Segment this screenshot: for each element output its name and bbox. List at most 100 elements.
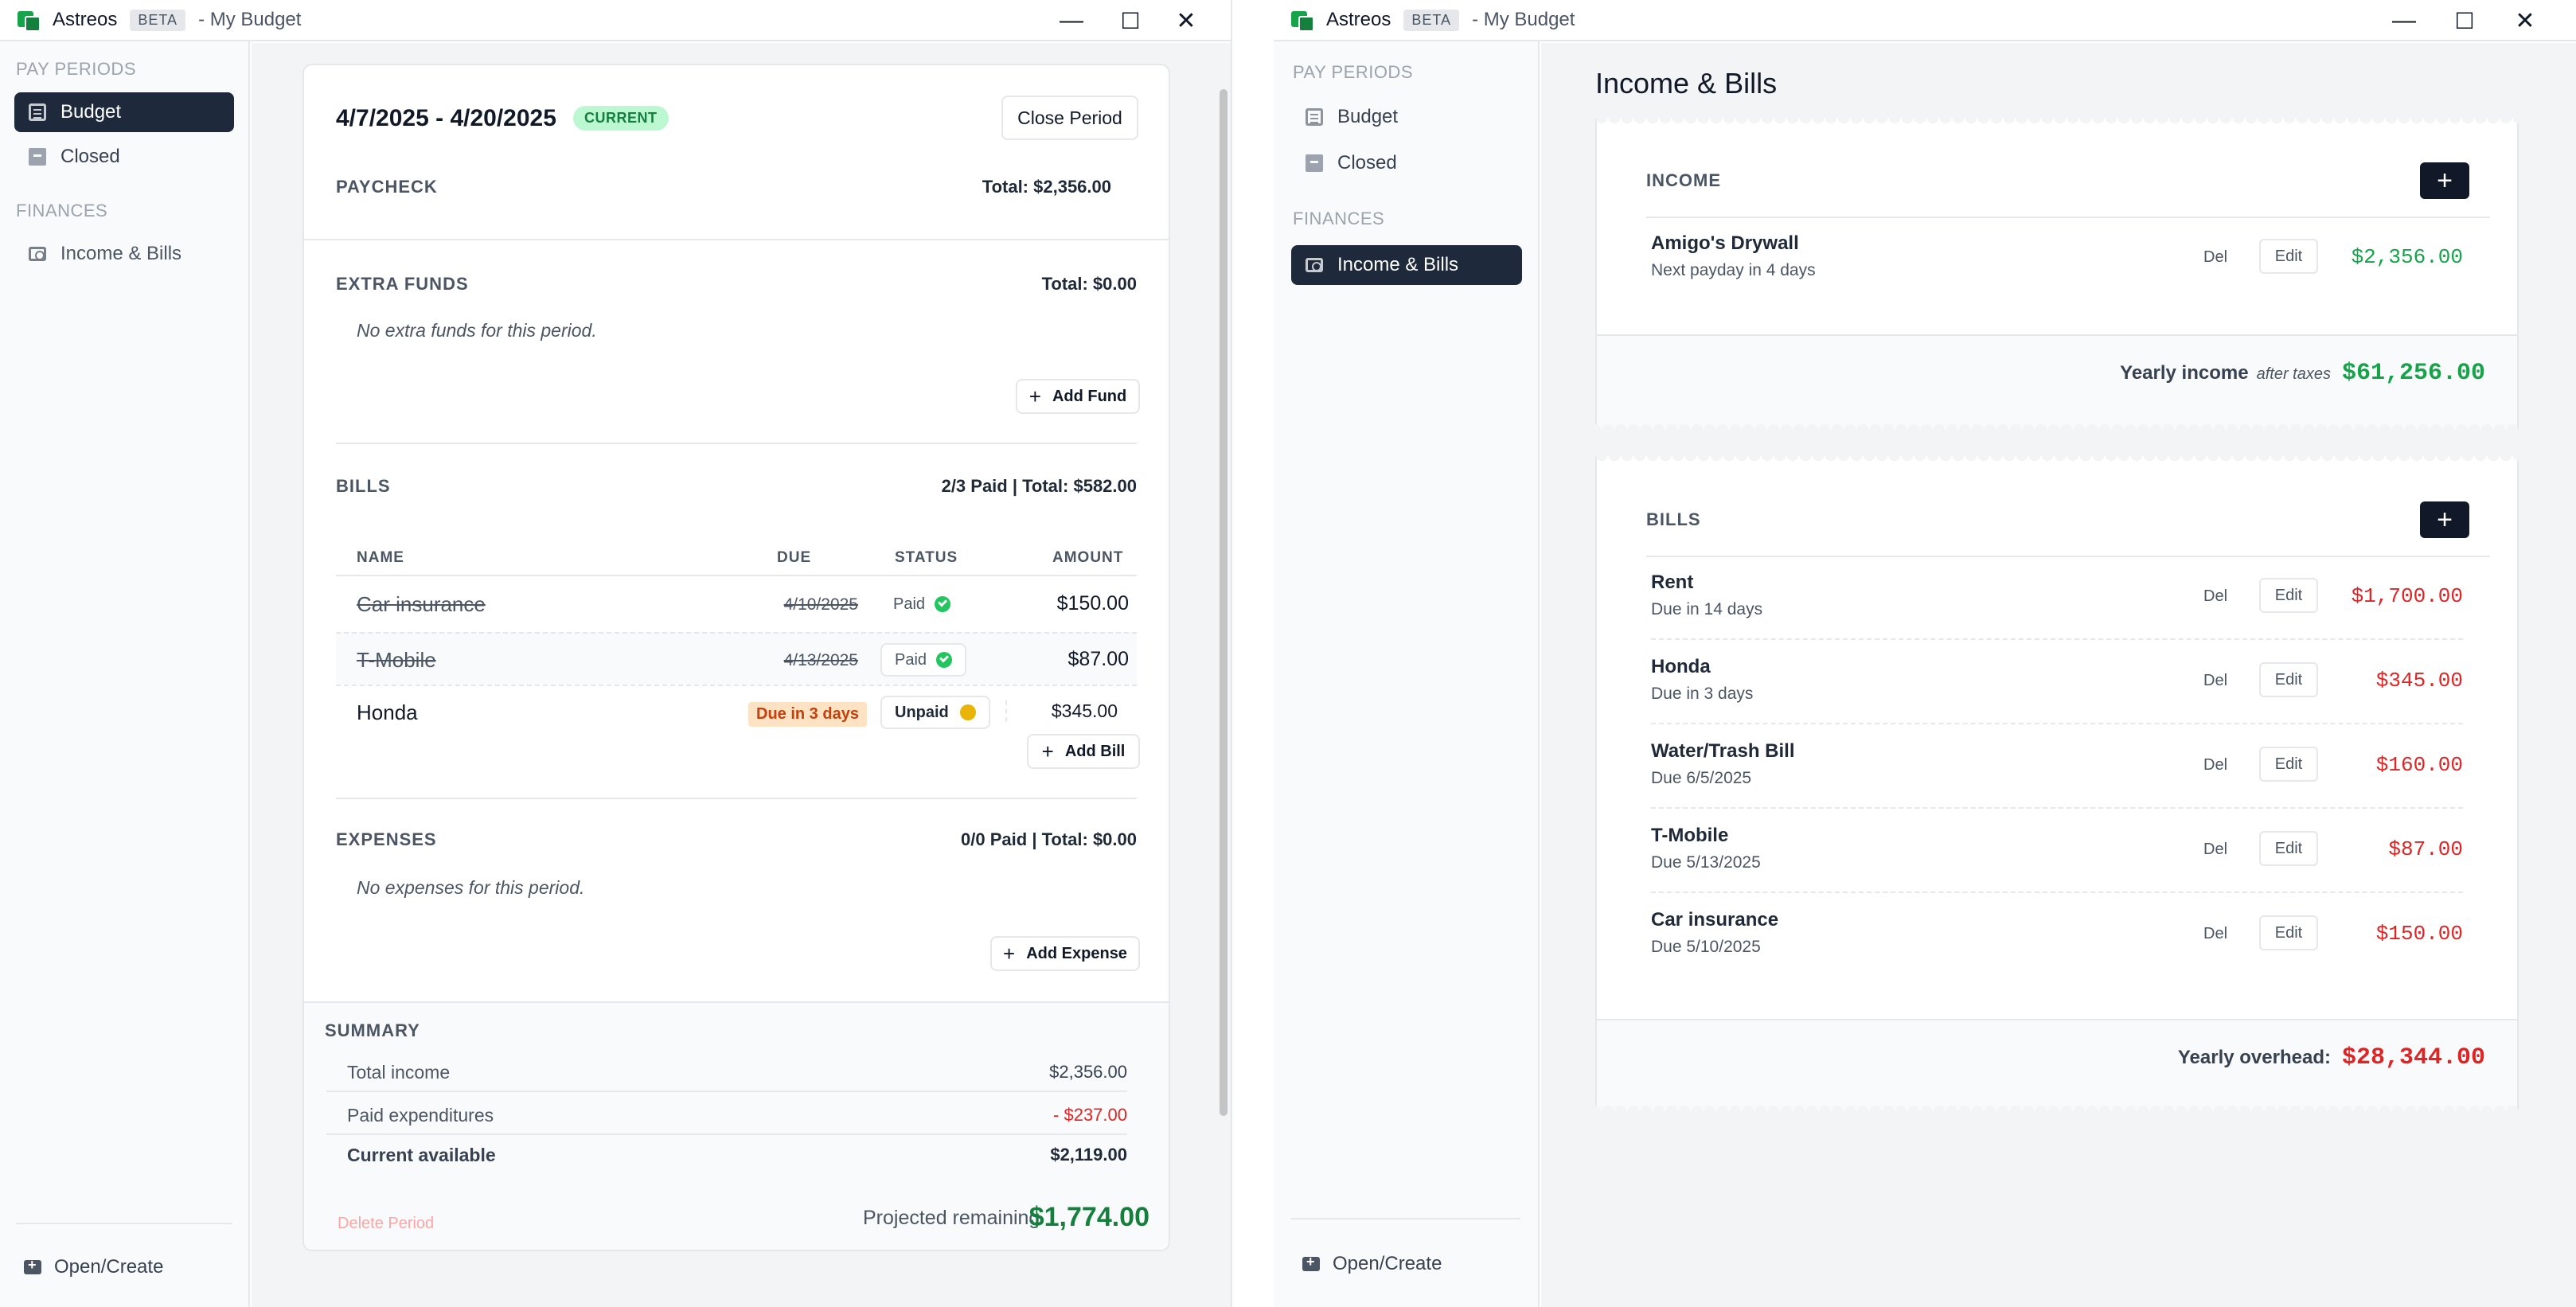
plus-icon: + [1028,384,1041,408]
sidebar-item-label: Income & Bills [60,243,182,264]
bill-row[interactable]: Honda Due in 3 days Unpaid $345.00 [336,685,1137,737]
summary-section: SUMMARY Total income $2,356.00 Paid expe… [304,1001,1169,1250]
add-fund-label: Add Fund [1052,387,1127,405]
add-bill-button[interactable]: + Add Bill [1027,734,1140,769]
edit-button[interactable]: Edit [2259,915,2318,950]
scrollbar[interactable] [1220,89,1228,1116]
edit-button[interactable]: Edit [2259,578,2318,613]
income-header: INCOME [1646,170,1721,190]
sidebar-item-income-bills[interactable]: Income & Bills [14,234,234,274]
sidebar-item-closed[interactable]: Closed [1291,143,1522,183]
expenses-header: EXPENSES [336,829,437,849]
summary-label: Paid expenditures [347,1105,494,1126]
summary-row: Total income $2,356.00 [326,1051,1127,1092]
bills-header: BILLS [1646,509,1701,529]
status-label: Unpaid [895,703,949,721]
archive-icon [29,148,46,166]
sidebar-item-label: Budget [1337,106,1399,127]
bill-amount: $345.00 [2375,669,2463,693]
add-income-button[interactable]: + [2420,162,2469,199]
edit-button[interactable]: Edit [2259,239,2318,274]
check-circle-icon [936,652,953,668]
open-create-button[interactable]: Open/Create [1302,1253,1442,1275]
extra-funds-header: EXTRA FUNDS [336,274,469,294]
bill-row[interactable]: T-Mobile 4/13/2025 Paid $87.00 [336,632,1137,685]
bill-subtitle: Due in 3 days [1651,685,1754,703]
add-bill-label: Add Bill [1064,742,1126,760]
delete-button[interactable]: Del [2203,248,2227,267]
summary-label: Total income [347,1062,451,1083]
close-button[interactable]: ✕ [2495,0,2555,41]
delete-button[interactable]: Del [2203,587,2227,606]
sidebar-item-label: Closed [60,146,120,167]
bill-amount-field[interactable]: $345.00 [1005,700,1118,722]
bills-panel: BILLS + Rent Due in 14 days Del Edit $1,… [1595,455,2519,1111]
paycheck-total: Total: $2,356.00 [982,177,1111,197]
edit-button[interactable]: Edit [2259,831,2318,866]
delete-button[interactable]: Del [2203,841,2227,859]
bill-status-toggle[interactable]: Paid [880,643,967,677]
income-footer: Yearly income after taxes $61,256.00 [1597,334,2517,430]
bills-header: BILLS [336,476,391,496]
bill-name: T-Mobile [1651,825,1729,846]
delete-period-button[interactable]: Delete Period [338,1215,434,1233]
column-header-status: STATUS [895,549,958,566]
bill-status-toggle[interactable]: Paid [880,587,963,621]
sidebar-item-income-bills[interactable]: Income & Bills [1291,245,1522,285]
open-create-button[interactable]: Open/Create [24,1256,163,1278]
minimize-button[interactable]: — [2374,0,2434,41]
sidebar-item-budget[interactable]: Budget [1291,97,1522,137]
summary-label: Current available [347,1145,496,1165]
app-name: Astreos [53,9,118,30]
delete-button[interactable]: Del [2203,756,2227,774]
delete-button[interactable]: Del [2203,925,2227,943]
page-title: Income & Bills [1595,67,1778,99]
app-name: Astreos [1326,9,1391,30]
beta-badge: BETA [130,9,186,31]
document-title: - My Budget [198,9,302,30]
bill-item: Honda Due in 3 days Del Edit $345.00 [1651,642,2463,724]
current-badge: CURRENT [573,106,669,131]
maximize-button[interactable]: ☐ [1100,0,1161,41]
add-fund-button[interactable]: + Add Fund [1016,379,1140,414]
close-button[interactable]: ✕ [1156,0,1216,41]
bills-footer: Yearly overhead: $28,344.00 [1597,1019,2517,1111]
close-period-button[interactable]: Close Period [1001,96,1138,140]
sidebar-item-closed[interactable]: Closed [14,137,234,177]
bill-status-toggle[interactable]: Unpaid [880,696,990,729]
add-bill-button[interactable]: + [2420,501,2469,538]
column-header-due: DUE [777,549,812,566]
divider [304,239,1169,240]
delete-button[interactable]: Del [2203,672,2227,690]
sidebar-divider [1291,1218,1520,1219]
bill-subtitle: Due 6/5/2025 [1651,769,1752,787]
edit-button[interactable]: Edit [2259,662,2318,697]
add-expense-button[interactable]: + Add Expense [990,936,1140,971]
title-bar: Astreos BETA - My Budget — ☐ ✕ [1274,0,2576,41]
bill-name: Car insurance [357,592,486,616]
bill-subtitle: Due in 14 days [1651,600,1763,618]
budget-window: Astreos BETA - My Budget — ☐ ✕ PAY PERIO… [0,0,1232,1307]
minimize-button[interactable]: — [1041,0,1102,41]
sidebar-item-budget[interactable]: Budget [14,92,234,132]
bill-name: T-Mobile [357,648,436,672]
divider [336,575,1137,576]
divider [336,798,1137,799]
plus-icon: + [1003,941,1016,966]
check-circle-icon [935,596,951,612]
summary-value: $2,119.00 [1050,1145,1127,1165]
sidebar-item-label: Budget [60,101,122,123]
period-card: 4/7/2025 - 4/20/2025 CURRENT Close Perio… [302,64,1170,1251]
maximize-button[interactable]: ☐ [2434,0,2495,41]
summary-row: Paid expenditures - $237.00 [326,1094,1127,1135]
paycheck-header: PAYCHECK [336,177,438,197]
edit-button[interactable]: Edit [2259,747,2318,782]
bill-row[interactable]: Car insurance 4/10/2025 Paid $150.00 [336,578,1137,630]
sidebar-section-finances: FINANCES [1293,209,1385,228]
bills-total: 2/3 Paid | Total: $582.00 [941,476,1137,496]
income-panel: INCOME + Amigo's Drywall Next payday in … [1595,118,2519,430]
sidebar: PAY PERIODS Budget Closed FINANCES Incom… [1274,41,1540,1307]
summary-header: SUMMARY [325,1020,420,1040]
bill-name: Car insurance [1651,909,1779,931]
bill-name: Rent [1651,572,1694,593]
